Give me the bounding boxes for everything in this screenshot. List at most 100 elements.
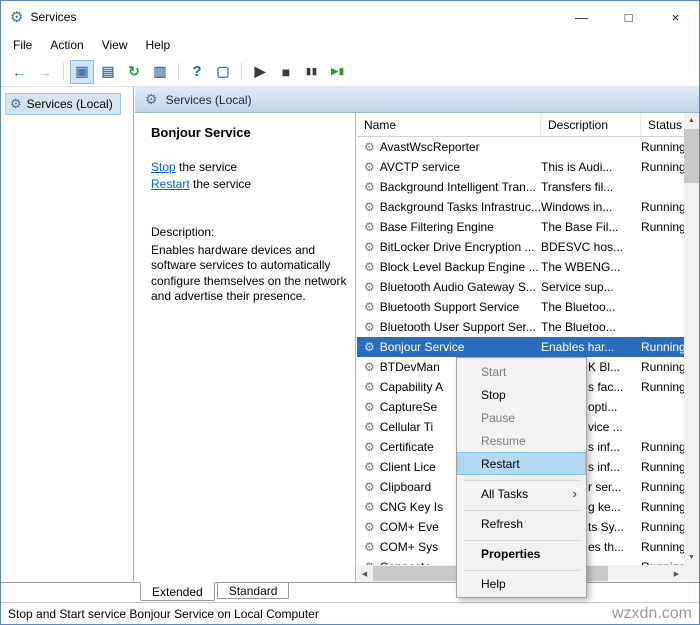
service-name: Clipboard (380, 480, 431, 494)
properties-window-icon[interactable]: ▢ (211, 60, 235, 84)
context-menu-item[interactable]: Pause (457, 406, 586, 429)
context-menu-item[interactable]: Refresh (457, 512, 586, 535)
export-list-icon[interactable]: ▥ (148, 60, 172, 84)
console-tree-icon[interactable]: ▣ (70, 60, 94, 84)
scroll-down-icon[interactable]: ▼ (684, 550, 699, 565)
help-icon[interactable]: ? (185, 60, 209, 84)
service-gear-icon: ⚙ (364, 400, 375, 414)
service-name: Background Intelligent Tran... (380, 180, 536, 194)
Bluetooth User Support Ser...[interactable]: ⚙ Bluetooth User Support Ser... The Bluet… (357, 317, 684, 337)
service-name: Base Filtering Engine (380, 220, 494, 234)
stop-link-suffix: the service (176, 160, 237, 174)
right-panel: ⚙ Services (Local) Bonjour Service Stop … (135, 87, 699, 582)
minimize-button[interactable]: — (558, 1, 605, 33)
Bluetooth Support Service[interactable]: ⚙Bluetooth Support Service The Bluetoo..… (357, 297, 684, 317)
column-header[interactable]: Description (541, 113, 641, 136)
service-name: Block Level Backup Engine ... (380, 260, 539, 274)
menu-item[interactable]: File (4, 33, 41, 57)
service-gear-icon: ⚙ (364, 280, 375, 294)
service-status: Running (641, 340, 684, 354)
column-header[interactable]: Name (357, 113, 541, 136)
Background Intelligent Tran...[interactable]: ⚙Background Intelligent Tran... Transfer… (357, 177, 684, 197)
context-menu-item[interactable]: Resume (457, 429, 586, 452)
service-name: Client Lice (380, 460, 436, 474)
service-description: The Base Fil... (541, 220, 641, 234)
stop-service-icon[interactable]: ■ (274, 60, 298, 84)
Block Level Backup Engine ...[interactable]: ⚙Block Level Backup Engine ... The WBENG… (357, 257, 684, 277)
service-gear-icon: ⚙ (364, 360, 375, 374)
refresh-icon[interactable]: ↻ (122, 60, 146, 84)
menu-item[interactable]: Action (41, 33, 92, 57)
service-gear-icon: ⚙ (364, 140, 375, 154)
service-name: BTDevMan (380, 360, 440, 374)
vertical-scrollbar-thumb[interactable] (684, 129, 699, 183)
status-text: Stop and Start service Bonjour Service o… (8, 607, 319, 621)
context-menu-item[interactable]: Start (457, 360, 586, 383)
service-status: Running (641, 500, 684, 514)
context-menu-item[interactable]: Properties (457, 542, 586, 565)
service-name: AVCTP service (380, 160, 460, 174)
service-gear-icon: ⚙ (364, 440, 375, 454)
service-gear-icon: ⚙ (364, 520, 375, 534)
scroll-right-icon[interactable]: ▶ (669, 566, 684, 581)
main-area: ⚙ Services (Local) ⚙ Services (Local) Bo… (1, 87, 699, 582)
menu-item[interactable]: Help (137, 33, 180, 57)
submenu-arrow-icon: › (573, 487, 577, 500)
service-name: Bluetooth Audio Gateway S... (380, 280, 536, 294)
context-menu-item (457, 535, 586, 542)
description-label: Description: (151, 225, 351, 241)
Background Tasks Infrastruc...[interactable]: ⚙Background Tasks Infrastruc... Windows … (357, 197, 684, 217)
service-gear-icon: ⚙ (364, 540, 375, 554)
service-name: Bluetooth Support Service (380, 300, 519, 314)
service-name: COM+ Eve (380, 520, 439, 534)
scroll-left-icon[interactable]: ◀ (357, 566, 372, 581)
AvastWscReporter[interactable]: ⚙AvastWscReporter Running (357, 137, 684, 157)
context-menu-item[interactable]: Help (457, 572, 586, 595)
pause-service-icon[interactable]: ▮▮ (300, 60, 324, 84)
context-menu-item[interactable]: Stop (457, 383, 586, 406)
BitLocker Drive Encryption ...[interactable]: ⚙BitLocker Drive Encryption ... BDESVC h… (357, 237, 684, 257)
scroll-up-icon[interactable]: ▲ (684, 113, 699, 128)
window-panes-icon[interactable]: ▤ (96, 60, 120, 84)
service-gear-icon: ⚙ (364, 420, 375, 434)
vertical-scrollbar[interactable]: ▲ ▼ (684, 113, 699, 565)
tree-item-services-local[interactable]: ⚙ Services (Local) (5, 93, 121, 115)
view-tab[interactable]: Extended (140, 582, 215, 601)
close-button[interactable]: × (652, 1, 699, 33)
context-menu-item[interactable]: All Tasks › (457, 482, 586, 505)
context-menu: Start Stop Pause Resume Restart All Task… (456, 357, 587, 598)
back-icon[interactable]: ← (7, 60, 31, 84)
service-gear-icon: ⚙ (364, 340, 375, 354)
service-name: Bonjour Service (380, 340, 465, 354)
service-gear-icon: ⚙ (364, 320, 375, 334)
service-name: COM+ Sys (380, 540, 438, 554)
start-service-icon[interactable]: ▶ (248, 60, 272, 84)
services-window: ⚙ Services — □ × FileActionViewHelp ←→▣▤… (0, 0, 700, 625)
Bonjour Service[interactable]: ⚙Bonjour Service Enables har... Running (357, 337, 684, 357)
context-menu-item (457, 505, 586, 512)
tree-item-label: Services (Local) (27, 97, 113, 111)
column-header[interactable]: Status (641, 113, 684, 136)
maximize-button[interactable]: □ (605, 1, 652, 33)
Base Filtering Engine[interactable]: ⚙Base Filtering Engine The Base Fil... R… (357, 217, 684, 237)
context-menu-item[interactable]: Restart (457, 452, 586, 475)
service-description: This is Audi... (541, 160, 641, 174)
service-gear-icon: ⚙ (364, 480, 375, 494)
stop-service-link[interactable]: Stop (151, 160, 176, 174)
service-description: BDESVC hos... (541, 240, 641, 254)
forward-icon[interactable]: → (33, 60, 57, 84)
restart-service-icon[interactable]: ▶▮ (326, 60, 350, 84)
Bluetooth Audio Gateway S...[interactable]: ⚙ Bluetooth Audio Gateway S... Service su… (357, 277, 684, 297)
view-tab[interactable]: Standard (217, 583, 290, 599)
service-description: The Bluetoo... (541, 320, 641, 334)
menu-item[interactable]: View (93, 33, 137, 57)
selected-service-title: Bonjour Service (151, 125, 351, 140)
service-status: Running (641, 440, 684, 454)
service-gear-icon: ⚙ (364, 460, 375, 474)
service-description: Service sup... (541, 280, 641, 294)
restart-service-link[interactable]: Restart (151, 177, 190, 191)
AVCTP service[interactable]: ⚙AVCTP service This is Audi... Running (357, 157, 684, 177)
status-bar: Stop and Start service Bonjour Service o… (1, 602, 699, 624)
service-name: Bluetooth User Support Ser... (380, 320, 536, 334)
service-name: Capability A (380, 380, 443, 394)
